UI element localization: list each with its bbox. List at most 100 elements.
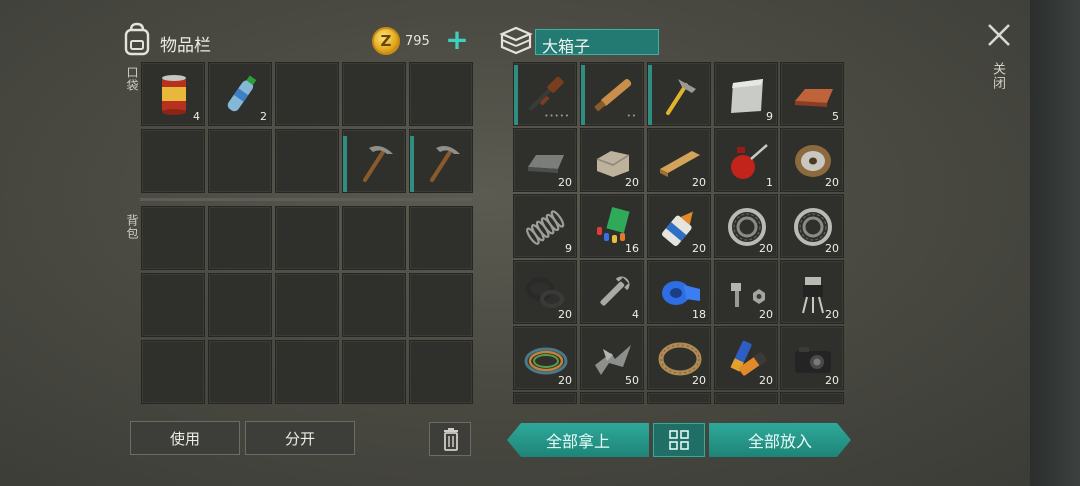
chest-slot[interactable]: 20 <box>780 128 844 192</box>
chest-slot[interactable]: 20 <box>647 194 711 258</box>
chest-title: 大箱子 <box>542 37 591 56</box>
backpack-slot[interactable] <box>342 273 406 337</box>
chest-slot[interactable] <box>647 62 711 126</box>
chest-slot[interactable]: 4 <box>580 260 644 324</box>
item-count: 16 <box>625 242 639 255</box>
wrench-icon <box>600 276 630 306</box>
chest-slot[interactable]: ••••• <box>513 62 577 126</box>
storage-box-icon <box>499 26 533 55</box>
chest-slot[interactable]: 20 <box>780 194 844 258</box>
chest-slot[interactable]: 20 <box>714 260 778 324</box>
chest-slot[interactable] <box>780 392 844 404</box>
chest-slot[interactable]: 18 <box>647 260 711 324</box>
copper-ingot-icon <box>795 89 833 107</box>
pocket-label: 口袋 <box>125 66 139 92</box>
backpack-slot[interactable] <box>342 206 406 270</box>
put-all-button[interactable]: 全部放入 <box>709 423 851 457</box>
pocket-slot[interactable] <box>409 62 473 126</box>
item-count: 20 <box>692 242 706 255</box>
use-button[interactable]: 使用 <box>130 421 240 455</box>
chest-title-field[interactable]: 大箱子 <box>535 29 659 56</box>
chest-slot[interactable]: 20 <box>647 326 711 390</box>
chest-slot[interactable]: 1 <box>714 128 778 192</box>
item-count: 50 <box>625 374 639 387</box>
metal-sheet-icon <box>731 79 763 113</box>
chest-slot[interactable]: 20 <box>647 128 711 192</box>
oil-can-icon <box>731 144 768 179</box>
close-icon[interactable] <box>986 22 1012 48</box>
water-bottle-icon <box>227 75 257 112</box>
spring-icon <box>526 210 565 245</box>
pickaxe-icon <box>363 146 393 182</box>
backpack-slot[interactable] <box>275 340 339 404</box>
chest-slot[interactable]: 20 <box>580 128 644 192</box>
backpack-slot[interactable] <box>208 273 272 337</box>
chest-slot[interactable]: •• <box>580 62 644 126</box>
item-count: 20 <box>692 176 706 189</box>
chest-slot[interactable] <box>580 392 644 404</box>
item-count: 20 <box>825 176 839 189</box>
pocket-slot[interactable] <box>275 129 339 193</box>
backpack-slot[interactable] <box>275 206 339 270</box>
item-count: 20 <box>558 308 572 321</box>
close-label[interactable]: 关闭 <box>988 62 1007 90</box>
pocket-slot[interactable] <box>208 129 272 193</box>
backpack-label: 背包 <box>125 214 139 240</box>
chest-slot[interactable]: 9 <box>513 194 577 258</box>
ammo-dots: ••••• <box>544 112 570 120</box>
sort-button[interactable] <box>653 423 705 457</box>
section-divider <box>140 198 472 201</box>
pocket-slot[interactable] <box>342 62 406 126</box>
backpack-slot[interactable] <box>208 340 272 404</box>
pocket-slot[interactable] <box>141 129 205 193</box>
split-button[interactable]: 分开 <box>245 421 355 455</box>
chest-slot[interactable]: 20 <box>513 326 577 390</box>
backpack-slot[interactable] <box>141 206 205 270</box>
item-count: 4 <box>632 308 639 321</box>
chest-slot[interactable]: 20 <box>714 194 778 258</box>
pocket-slot[interactable]: 2 <box>208 62 272 126</box>
pocket-slot[interactable]: 4 <box>141 62 205 126</box>
pocket-slot[interactable] <box>342 129 406 193</box>
chest-slot[interactable]: 9 <box>714 62 778 126</box>
backpack-slot[interactable] <box>141 273 205 337</box>
backpack-slot[interactable] <box>409 273 473 337</box>
trash-icon <box>444 428 458 451</box>
item-count: 5 <box>832 110 839 123</box>
pocket-slot[interactable] <box>409 129 473 193</box>
chest-slot[interactable]: 5 <box>780 62 844 126</box>
inventory-title: 物品栏 <box>160 36 211 56</box>
durability-bar <box>343 136 347 192</box>
chest-slot[interactable]: 20 <box>513 128 577 192</box>
hammer-icon <box>666 79 696 115</box>
trash-button[interactable] <box>429 422 471 456</box>
item-count: 20 <box>825 242 839 255</box>
item-count: 18 <box>692 308 706 321</box>
chest-slot[interactable]: 16 <box>580 194 644 258</box>
backpack-slot[interactable] <box>141 340 205 404</box>
chest-slot[interactable]: 20 <box>714 326 778 390</box>
chest-slot[interactable]: 20 <box>780 326 844 390</box>
chest-slot[interactable] <box>513 392 577 404</box>
backpack-slot[interactable] <box>409 340 473 404</box>
backpack-slot[interactable] <box>342 340 406 404</box>
backpack-slot[interactable] <box>409 206 473 270</box>
chest-slot[interactable]: 20 <box>513 260 577 324</box>
pickaxe-icon <box>430 146 460 182</box>
item-count: 20 <box>692 374 706 387</box>
item-count: 4 <box>193 110 200 123</box>
canned-food-icon <box>162 75 186 115</box>
item-count: 20 <box>759 374 773 387</box>
take-all-button[interactable]: 全部拿上 <box>507 423 649 457</box>
backpack-slot[interactable] <box>208 206 272 270</box>
coin-count: 795 <box>405 34 430 49</box>
chest-slot[interactable]: 50 <box>580 326 644 390</box>
chest-slot[interactable] <box>714 392 778 404</box>
chest-slot[interactable] <box>647 392 711 404</box>
pocket-slot[interactable] <box>275 62 339 126</box>
chest-slot[interactable]: 20 <box>780 260 844 324</box>
add-coins-button[interactable]: + <box>444 26 470 54</box>
backpack-slot[interactable] <box>275 273 339 337</box>
item-count: 20 <box>825 374 839 387</box>
coin-icon: Z <box>372 27 400 55</box>
